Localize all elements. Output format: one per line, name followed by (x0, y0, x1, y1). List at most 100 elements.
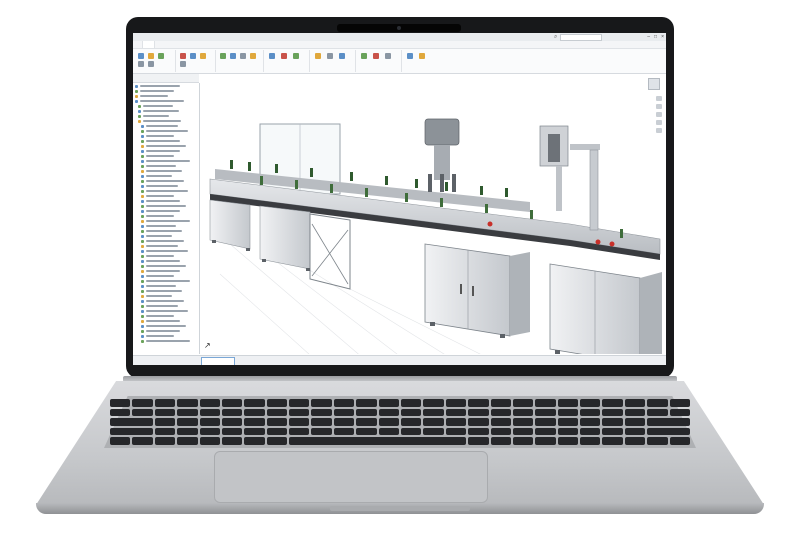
feature-tree-item[interactable] (133, 189, 199, 193)
feature-tree-item[interactable] (133, 184, 199, 188)
ribbon-tab[interactable] (155, 41, 164, 48)
ribbon-button-icon[interactable] (148, 53, 154, 59)
ribbon-tab[interactable] (202, 41, 211, 48)
ribbon-tab[interactable] (211, 41, 220, 48)
document-tab[interactable] (201, 357, 236, 365)
view-tool-button[interactable] (656, 128, 662, 133)
feature-tree-item[interactable] (133, 94, 199, 98)
feature-tree-item[interactable] (133, 314, 199, 318)
ribbon-button-icon[interactable] (148, 61, 154, 67)
feature-tree-item[interactable] (133, 139, 199, 143)
feature-tree-item[interactable] (133, 124, 199, 128)
model-viewport[interactable]: ↗ (200, 74, 666, 354)
view-tool-button[interactable] (656, 96, 662, 101)
feature-tree-item[interactable] (133, 264, 199, 268)
ribbon-tab[interactable] (183, 41, 192, 48)
ribbon-button-icon[interactable] (230, 53, 236, 59)
feature-tree-item[interactable] (133, 144, 199, 148)
ribbon-button-icon[interactable] (220, 53, 226, 59)
feature-tree-item[interactable] (133, 209, 199, 213)
feature-tree-item[interactable] (133, 199, 199, 203)
feature-tree-item[interactable] (133, 89, 199, 93)
ribbon-button-icon[interactable] (419, 53, 425, 59)
ribbon-button-icon[interactable] (407, 53, 413, 59)
feature-tree-item[interactable] (133, 129, 199, 133)
ribbon-button-icon[interactable] (315, 53, 321, 59)
feature-tree-item[interactable] (133, 194, 199, 198)
feature-tree-item[interactable] (133, 279, 199, 283)
feature-tree-item[interactable] (133, 109, 199, 113)
ribbon-button-icon[interactable] (361, 53, 367, 59)
feature-tree-item[interactable] (133, 204, 199, 208)
feature-tree-item[interactable] (133, 254, 199, 258)
ribbon-button-icon[interactable] (327, 53, 333, 59)
feature-tree-item[interactable] (133, 239, 199, 243)
feature-tree-item[interactable] (133, 319, 199, 323)
search-icon[interactable]: ⌕ (554, 33, 557, 41)
ribbon-button-icon[interactable] (240, 53, 246, 59)
feature-tree-item[interactable] (133, 119, 199, 123)
feature-tree-item[interactable] (133, 304, 199, 308)
ribbon-tab-active[interactable] (142, 41, 155, 48)
ribbon-button-icon[interactable] (180, 61, 186, 67)
feature-tree-item[interactable] (133, 229, 199, 233)
ribbon-button-icon[interactable] (385, 53, 391, 59)
feature-tree-item[interactable] (133, 334, 199, 338)
view-tool-button[interactable] (656, 120, 662, 125)
ribbon-button-icon[interactable] (200, 53, 206, 59)
ribbon-button-icon[interactable] (138, 61, 144, 67)
ribbon-tab[interactable] (164, 41, 173, 48)
feature-tree-item[interactable] (133, 104, 199, 108)
view-tool-button[interactable] (656, 112, 662, 117)
feature-tree-item[interactable] (133, 174, 199, 178)
feature-tree-item[interactable] (133, 339, 199, 343)
feature-tree-item[interactable] (133, 179, 199, 183)
ribbon-button-icon[interactable] (250, 53, 256, 59)
feature-tree-item[interactable] (133, 224, 199, 228)
feature-tree-item[interactable] (133, 134, 199, 138)
feature-tree-item[interactable] (133, 294, 199, 298)
ribbon-button-icon[interactable] (293, 53, 299, 59)
feature-tree-item[interactable] (133, 99, 199, 103)
feature-tree-item[interactable] (133, 329, 199, 333)
close-button[interactable]: × (661, 33, 664, 41)
feature-tree-item[interactable] (133, 259, 199, 263)
feature-tree-item[interactable] (133, 159, 199, 163)
feature-tree-item[interactable] (133, 169, 199, 173)
feature-tree-item[interactable] (133, 249, 199, 253)
feature-tree-item[interactable] (133, 244, 199, 248)
ribbon-tab[interactable] (239, 41, 248, 48)
ribbon-button-icon[interactable] (158, 53, 164, 59)
ribbon-button-icon[interactable] (281, 53, 287, 59)
ribbon-tab[interactable] (133, 41, 142, 48)
ribbon-button-icon[interactable] (373, 53, 379, 59)
view-tool-button[interactable] (656, 104, 662, 109)
feature-tree-item[interactable] (133, 324, 199, 328)
ribbon-button-icon[interactable] (138, 53, 144, 59)
view-cube-icon[interactable] (648, 78, 660, 90)
feature-tree-item[interactable] (133, 234, 199, 238)
feature-tree-item[interactable] (133, 149, 199, 153)
search-input[interactable] (560, 34, 602, 41)
minimize-button[interactable]: – (647, 33, 650, 41)
feature-tree-item[interactable] (133, 164, 199, 168)
feature-tree-item[interactable] (133, 284, 199, 288)
feature-tree-item[interactable] (133, 299, 199, 303)
ribbon-button-icon[interactable] (190, 53, 196, 59)
ribbon-button-icon[interactable] (180, 53, 186, 59)
feature-tree-item[interactable] (133, 289, 199, 293)
maximize-button[interactable]: □ (654, 33, 657, 41)
feature-tree-item[interactable] (133, 219, 199, 223)
touchpad[interactable] (214, 451, 488, 503)
ribbon-tab[interactable] (230, 41, 239, 48)
feature-tree-item[interactable] (133, 114, 199, 118)
feature-tree-item[interactable] (133, 309, 199, 313)
ribbon-tab[interactable] (173, 41, 182, 48)
feature-tree-item[interactable] (133, 84, 199, 88)
feature-tree-item[interactable] (133, 274, 199, 278)
ribbon-tab[interactable] (220, 41, 229, 48)
ribbon-tab[interactable] (192, 41, 201, 48)
ribbon-button-icon[interactable] (339, 53, 345, 59)
feature-tree-item[interactable] (133, 214, 199, 218)
feature-tree-item[interactable] (133, 154, 199, 158)
